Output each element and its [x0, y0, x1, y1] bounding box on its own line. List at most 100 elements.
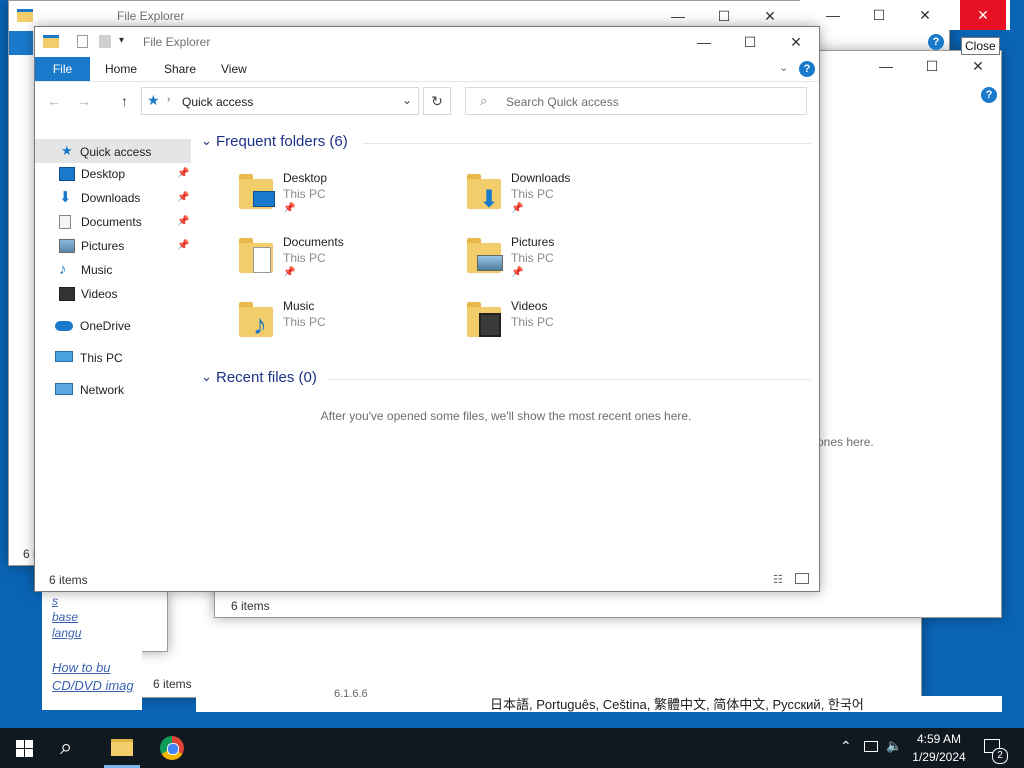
chevron-down-icon[interactable]: ▾ [119, 35, 124, 46]
file-explorer-taskbar-icon[interactable] [111, 739, 133, 756]
folder-downloads[interactable]: ⬇ Downloads This PC 📌 [461, 167, 661, 223]
address-text: Quick access [182, 95, 254, 109]
recent-empty-fragment: ones here. [817, 435, 874, 449]
computer-icon [55, 351, 73, 362]
maximize-button[interactable]: ☐ [909, 51, 955, 81]
title-bar[interactable]: ▾ File Explorer — ☐ ✕ [35, 27, 819, 57]
content-pane: ⌄ Frequent folders (6) Desktop This PC 📌… [193, 127, 813, 567]
window-title: File Explorer [117, 9, 185, 23]
folder-name: Pictures [511, 235, 555, 249]
network-icon[interactable] [864, 741, 878, 752]
tab-view[interactable]: View [221, 57, 247, 81]
close-button[interactable]: ✕ [902, 0, 948, 30]
frequent-folders-header[interactable]: ⌄ Frequent folders (6) [201, 133, 811, 153]
notification-count: 2 [992, 748, 1008, 764]
sidebar-item-network[interactable]: Network [55, 379, 191, 401]
sidebar-item-pictures[interactable]: Pictures 📌 [59, 235, 191, 257]
pictures-icon [477, 255, 503, 271]
windows-start-icon[interactable] [16, 740, 33, 757]
expand-ribbon-icon[interactable]: ⌄ [779, 61, 788, 74]
pin-icon[interactable]: 📌 [177, 163, 189, 185]
chevron-down-icon[interactable]: ⌄ [402, 93, 412, 107]
downloads-icon: ⬇ [479, 186, 500, 213]
documents-icon [253, 247, 271, 273]
maximize-button[interactable]: ☐ [856, 0, 902, 30]
music-icon: ♪ [253, 309, 267, 340]
forward-button[interactable]: → [77, 93, 91, 109]
section-divider [363, 143, 811, 144]
tab-share[interactable]: Share [164, 57, 196, 81]
recent-files-header[interactable]: ⌄ Recent files (0) [201, 369, 811, 389]
refresh-button[interactable]: ↻ [423, 87, 451, 115]
ribbon-tabs: File Home Share View ⌄ ? [35, 57, 819, 82]
sidebar-item-videos[interactable]: Videos [59, 283, 191, 305]
folder-name: Desktop [283, 171, 328, 185]
folder-location: This PC [283, 251, 326, 265]
folder-videos[interactable]: Videos This PC [461, 295, 661, 351]
videos-icon [59, 287, 75, 301]
help-icon[interactable]: ? [981, 87, 997, 103]
clock-time[interactable]: 4:59 AM [914, 732, 964, 746]
sidebar-item-label: Downloads [81, 191, 141, 205]
sidebar-item-onedrive[interactable]: OneDrive [55, 315, 191, 337]
network-icon [55, 383, 73, 395]
pin-icon[interactable]: 📌 [177, 187, 189, 209]
help-icon[interactable]: ? [799, 61, 815, 77]
address-bar[interactable]: ★ › Quick access ⌄ [141, 87, 419, 115]
desktop-icon [253, 191, 275, 207]
pin-icon: 📌 [511, 267, 524, 278]
pictures-icon [59, 239, 75, 253]
sidebar-item-downloads[interactable]: ⬇ Downloads 📌 [59, 187, 191, 209]
web-link[interactable]: s [52, 594, 58, 608]
properties-icon[interactable] [77, 35, 88, 48]
sidebar-item-quick-access[interactable]: ★ Quick access [35, 139, 191, 163]
web-link[interactable]: How to bu [52, 660, 111, 675]
status-items-count: 6 items [231, 599, 270, 613]
sidebar-item-music[interactable]: ♪ Music [59, 259, 191, 281]
minimize-button[interactable]: — [681, 27, 727, 57]
up-button[interactable]: ↑ [121, 93, 128, 109]
large-icons-view-icon[interactable] [795, 573, 809, 584]
close-button[interactable]: ✕ [773, 27, 819, 57]
chevron-up-icon[interactable]: ⌃ [840, 738, 852, 755]
back-button[interactable]: ← [47, 93, 61, 109]
tab-home[interactable]: Home [105, 57, 137, 81]
web-link[interactable]: CD/DVD imag [52, 678, 134, 693]
details-view-icon[interactable]: ☷ [773, 573, 783, 586]
sidebar-item-label: This PC [80, 351, 123, 365]
close-button-hover[interactable]: ✕ [960, 0, 1006, 30]
chevron-down-icon: ⌄ [201, 133, 212, 148]
folder-music[interactable]: ♪ Music This PC [233, 295, 433, 351]
quick-access-icon: ★ [147, 92, 160, 108]
folder-icon [43, 35, 59, 48]
web-link[interactable]: base [52, 610, 78, 624]
search-icon[interactable]: ⌕ [60, 734, 72, 760]
folder-documents[interactable]: Documents This PC 📌 [233, 231, 433, 287]
pin-icon[interactable]: 📌 [177, 235, 189, 257]
minimize-button[interactable]: — [863, 51, 909, 81]
close-button[interactable]: ✕ [955, 51, 1001, 81]
section-title: Recent files (0) [216, 369, 317, 386]
chrome-icon-center [167, 743, 179, 755]
folder-pictures[interactable]: Pictures This PC 📌 [461, 231, 661, 287]
sidebar-item-this-pc[interactable]: This PC [55, 347, 191, 369]
web-link[interactable]: langu [52, 626, 81, 640]
volume-muted-icon[interactable]: 🔈 [886, 738, 902, 754]
help-icon[interactable]: ? [928, 34, 944, 50]
folder-location: This PC [511, 187, 554, 201]
tab-file[interactable]: File [35, 57, 90, 81]
chevron-right-icon: › [167, 94, 171, 105]
languages-line: 日本語, Português, Ceština, 繁體中文, 简体中文, Рус… [490, 697, 864, 712]
sidebar-item-documents[interactable]: Documents 📌 [59, 211, 191, 233]
maximize-button[interactable]: ☐ [727, 27, 773, 57]
version-text: 6.1.6.6 [334, 688, 368, 700]
new-folder-icon[interactable] [99, 35, 111, 48]
videos-icon [479, 313, 501, 337]
folder-desktop[interactable]: Desktop This PC 📌 [233, 167, 433, 223]
clock-date[interactable]: 1/29/2024 [906, 750, 972, 764]
pin-icon[interactable]: 📌 [177, 211, 189, 233]
folder-location: This PC [283, 315, 326, 329]
sidebar-item-label: Quick access [80, 145, 152, 159]
search-box[interactable]: ⌕ Search Quick access [465, 87, 807, 115]
sidebar-item-desktop[interactable]: Desktop 📌 [59, 163, 191, 185]
